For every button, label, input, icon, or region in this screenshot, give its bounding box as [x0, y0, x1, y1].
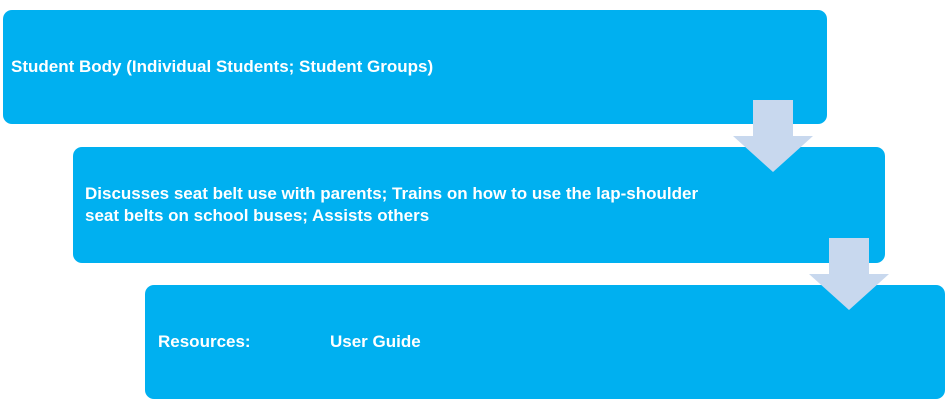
step-text-student-body: Student Body (Individual Students; Stude…: [11, 57, 434, 76]
down-arrow-icon: [809, 238, 889, 310]
flow-diagram: Student Body (Individual Students; Stude…: [0, 0, 945, 399]
down-arrow-icon: [733, 100, 813, 172]
resources-link-user-guide[interactable]: User Guide: [330, 332, 421, 351]
resources-label: Resources:: [158, 332, 251, 351]
step-box-student-body: Student Body (Individual Students; Stude…: [3, 10, 827, 124]
step-text-activities: Discusses seat belt use with parents; Tr…: [85, 184, 699, 225]
resources-row: Resources: User Guide: [158, 331, 421, 353]
